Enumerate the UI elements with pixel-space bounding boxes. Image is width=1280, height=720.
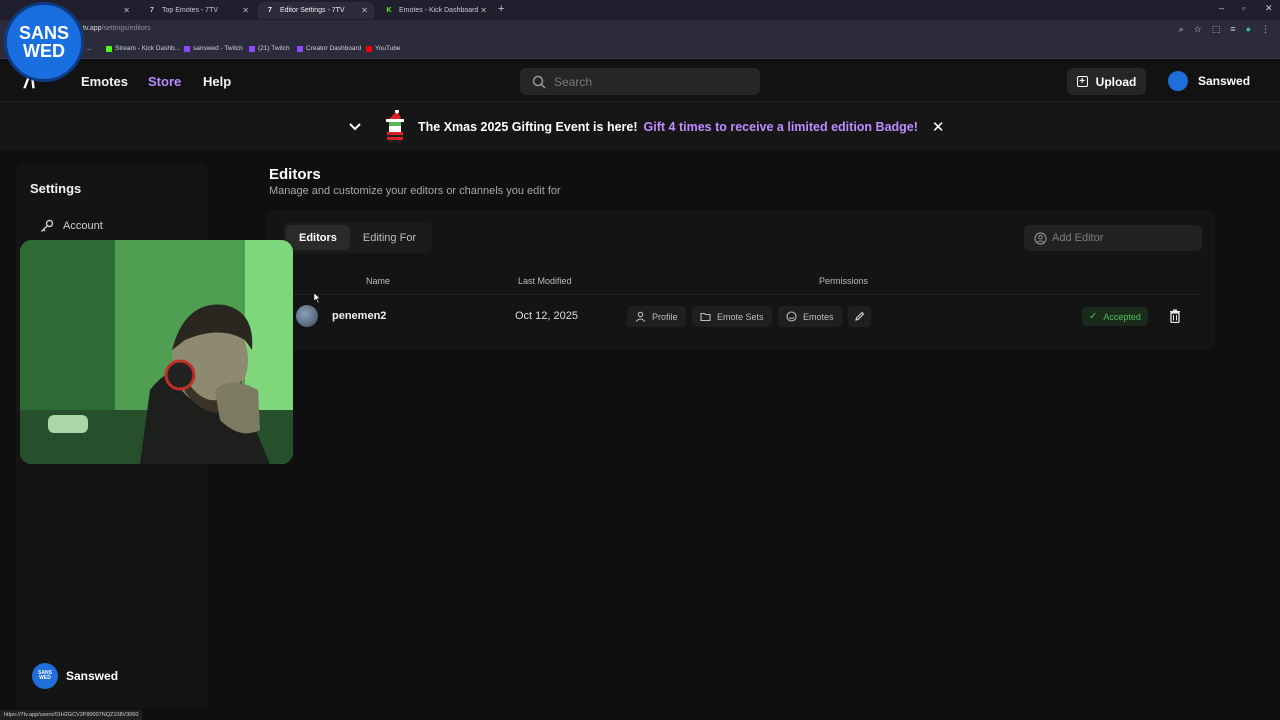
avatar — [1168, 71, 1188, 91]
pencil-icon — [855, 311, 865, 321]
sidebar-item-label: Account — [63, 220, 103, 232]
browser-tab[interactable]: 7 Top Emotes - 7TV ✕ — [140, 2, 255, 19]
maximize-button[interactable]: ▫ — [1242, 3, 1245, 13]
avatar — [296, 305, 318, 327]
sanswed-logo-icon: SANS WED — [4, 2, 84, 82]
bookmarks-bar: ... Stream - Kick Dashb... sanswed - Twi… — [0, 41, 1280, 59]
tab-editing-for[interactable]: Editing For — [350, 225, 429, 250]
page-title: Editors — [269, 166, 321, 183]
bookmark[interactable]: (21) Twitch — [249, 45, 290, 52]
permission-emote-sets-button[interactable]: Emote Sets — [692, 306, 772, 327]
media-icon[interactable]: ≡ — [1230, 24, 1235, 35]
sidebar-item-account[interactable]: Account — [40, 219, 103, 233]
tab-title: Emotes - Kick Dashboard — [399, 7, 479, 14]
webcam-image — [20, 240, 293, 464]
banner-text: The Xmas 2025 Gifting Event is here! — [418, 120, 638, 134]
plus-icon: + — [1076, 76, 1088, 87]
santa-icon — [386, 110, 404, 143]
webcam-overlay — [20, 240, 293, 464]
permission-profile-button[interactable]: Profile — [627, 306, 686, 327]
smiley-icon — [786, 311, 797, 322]
avatar: SANS WED — [32, 663, 58, 689]
browser-tab[interactable]: ✕ — [80, 2, 136, 19]
kick-favicon-icon: K — [386, 7, 392, 14]
search-placeholder: Search — [554, 74, 593, 89]
key-icon — [41, 219, 54, 232]
kick-icon — [106, 45, 112, 52]
status-badge: ✓ Accepted — [1082, 307, 1148, 326]
last-modified: Oct 12, 2025 — [515, 310, 578, 322]
checkmark-icon: ✓ — [1089, 311, 1098, 322]
bookmark[interactable]: ... — [86, 45, 91, 52]
twitch-icon — [297, 45, 303, 52]
sidebar-title: Settings — [30, 181, 82, 196]
table-header: Name Last Modified Permissions — [283, 266, 1199, 295]
7tv-favicon-icon: 7 — [268, 7, 272, 14]
zoom-icon[interactable]: ⌕ — [1179, 24, 1184, 35]
url-text[interactable]: tv.app/settings/editors — [83, 25, 151, 32]
nav-store[interactable]: Store — [148, 74, 181, 89]
trash-icon[interactable] — [1169, 309, 1181, 323]
nav-emotes[interactable]: Emotes — [81, 74, 128, 89]
user-menu[interactable]: Sanswed — [1168, 71, 1250, 91]
7tv-favicon-icon: 7 — [150, 7, 154, 14]
close-tab-icon[interactable]: ✕ — [242, 6, 249, 15]
sidebar-user[interactable]: SANS WED Sanswed — [32, 663, 118, 689]
close-tab-icon[interactable]: ✕ — [361, 6, 368, 15]
column-header-last-modified: Last Modified — [518, 276, 572, 286]
close-window-button[interactable]: ✕ — [1265, 3, 1273, 14]
tab-title: Top Emotes - 7TV — [162, 7, 219, 14]
bookmark[interactable]: sanswed - Twitch — [184, 45, 243, 52]
profile-icon[interactable]: ● — [1246, 24, 1251, 35]
banner-link[interactable]: Gift 4 times to receive a limited editio… — [644, 120, 918, 134]
browser-tab-active[interactable]: 7 Editor Settings - 7TV ✕ — [258, 2, 374, 19]
add-user-icon — [1034, 231, 1047, 245]
page-subtitle: Manage and customize your editors or cha… — [269, 185, 561, 197]
column-header-permissions: Permissions — [819, 276, 869, 286]
bookmark[interactable]: Creator Dashboard — [297, 45, 361, 52]
chevron-down-icon[interactable] — [348, 120, 362, 134]
table-row[interactable]: penemen2 Oct 12, 2025 Profile Emote Sets… — [283, 296, 1199, 336]
star-icon[interactable]: ☆ — [1194, 24, 1202, 35]
tab-title: Editor Settings - 7TV — [280, 7, 345, 14]
editors-tabs: Editors Editing For — [283, 222, 433, 253]
nav-help[interactable]: Help — [203, 74, 231, 89]
menu-icon[interactable]: ⋮ — [1261, 24, 1270, 35]
search-icon — [532, 75, 546, 89]
event-banner: The Xmas 2025 Gifting Event is here! Gif… — [0, 102, 1280, 151]
address-bar[interactable]: tv.app/settings/editors ⌕ ☆ ⬚ ≡ ● ⋮ — [0, 20, 1280, 41]
new-tab-button[interactable]: + — [498, 3, 504, 15]
close-tab-icon[interactable]: ✕ — [480, 6, 487, 15]
upload-button[interactable]: + Upload — [1067, 68, 1146, 95]
search-input[interactable]: Search — [520, 68, 760, 95]
tab-editors[interactable]: Editors — [286, 225, 350, 250]
bookmark[interactable]: YouTube — [366, 45, 401, 52]
twitch-icon — [184, 45, 190, 52]
close-icon[interactable]: ✕ — [932, 118, 945, 136]
permission-emotes-button[interactable]: Emotes — [778, 306, 842, 327]
add-editor-input[interactable]: Add Editor — [1024, 225, 1202, 251]
youtube-icon — [366, 45, 372, 52]
browser-status-bar: https://7tv.app/users/01H2GCV2P80007NQZ1… — [0, 710, 143, 720]
editor-name[interactable]: penemen2 — [332, 310, 386, 322]
extensions-icon[interactable]: ⬚ — [1212, 24, 1221, 35]
twitch-icon — [249, 45, 255, 52]
close-tab-icon[interactable]: ✕ — [123, 6, 130, 15]
mouse-cursor-icon — [314, 293, 321, 303]
folder-icon — [700, 312, 711, 322]
column-header-name: Name — [366, 276, 391, 286]
browser-tab[interactable]: K Emotes - Kick Dashboard ✕ — [377, 2, 493, 19]
editors-panel: Editors Editing For Add Editor Name Last… — [267, 210, 1215, 350]
browser-tab-strip: ✕ 7 Top Emotes - 7TV ✕ 7 Editor Settings… — [0, 0, 1280, 20]
edit-permissions-button[interactable] — [848, 306, 871, 327]
bookmark[interactable]: Stream - Kick Dashb... — [106, 45, 180, 52]
user-icon — [635, 311, 646, 322]
minimize-button[interactable]: – — [1219, 3, 1224, 13]
site-navbar: /\ Emotes Store Help Search + Upload San… — [0, 61, 1280, 102]
